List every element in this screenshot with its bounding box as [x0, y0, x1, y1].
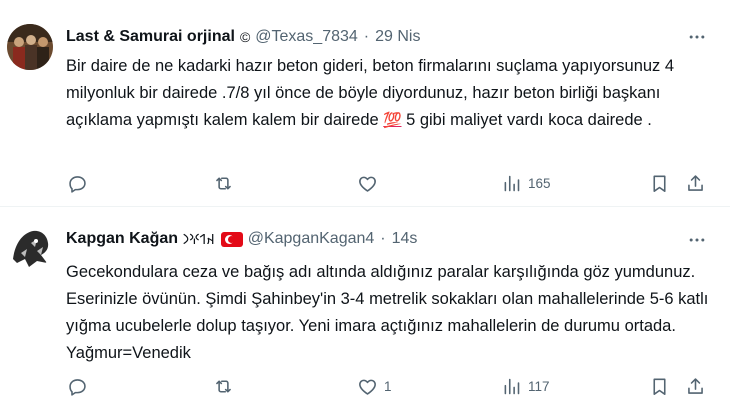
- share-icon: [688, 377, 703, 394]
- views-icon: [504, 175, 520, 191]
- tweet-actions: 1 117: [58, 371, 718, 401]
- bookmark-button[interactable]: [649, 168, 670, 198]
- retweet-button[interactable]: [213, 371, 240, 401]
- views-button[interactable]: 165: [501, 168, 551, 198]
- tweet-header: Kapgan Kağan 𐰴𐰯𐰍𐰣 @KapganKagan4 · 14s: [66, 228, 417, 250]
- separator: ·: [380, 230, 386, 247]
- more-icon[interactable]: [686, 26, 708, 48]
- name-runes: 𐰴𐰯𐰍𐰣: [183, 230, 215, 247]
- timestamp[interactable]: 14s: [392, 230, 418, 248]
- tweet-header: Last & Samurai orjinal © @Texas_7834 · 2…: [66, 26, 420, 48]
- bookmark-icon: [653, 378, 666, 395]
- heart-icon: [359, 176, 376, 192]
- retweet-icon: [216, 176, 231, 190]
- reply-icon: [69, 378, 86, 396]
- user-handle[interactable]: @KapganKagan4: [248, 230, 375, 248]
- like-button[interactable]: [357, 168, 384, 198]
- like-button[interactable]: 1: [357, 371, 392, 401]
- share-button[interactable]: [685, 371, 706, 401]
- display-name[interactable]: Last & Samurai orjinal: [66, 28, 235, 46]
- like-count: 1: [384, 378, 392, 394]
- tweet-text-part: 5 gibi maliyet vardı koca dairede .: [401, 111, 652, 129]
- bookmark-icon: [653, 175, 666, 192]
- retweet-icon: [216, 379, 231, 393]
- timestamp[interactable]: 29 Nis: [375, 28, 420, 46]
- avatar[interactable]: [7, 24, 53, 70]
- hundred-points-emoji: 💯: [383, 112, 402, 129]
- name-badge: ©: [239, 29, 251, 45]
- display-name[interactable]: Kapgan Kağan: [66, 230, 178, 248]
- reply-icon: [69, 175, 86, 193]
- avatar[interactable]: [7, 223, 53, 269]
- views-button[interactable]: 117: [501, 371, 550, 401]
- tweet[interactable]: Last & Samurai orjinal © @Texas_7834 · 2…: [0, 0, 730, 207]
- views-icon: [504, 378, 520, 394]
- share-button[interactable]: [685, 168, 706, 198]
- reply-button[interactable]: [67, 371, 94, 401]
- retweet-button[interactable]: [213, 168, 240, 198]
- share-icon: [688, 174, 703, 191]
- tweet-actions: 165: [58, 168, 718, 198]
- turkey-flag-icon: [220, 231, 243, 247]
- tweet[interactable]: Kapgan Kağan 𐰴𐰯𐰍𐰣 @KapganKagan4 · 14s Ge…: [0, 208, 730, 420]
- tweet-text: Bir daire de ne kadarki hazır beton gide…: [66, 53, 721, 134]
- user-handle[interactable]: @Texas_7834: [255, 28, 358, 46]
- views-count: 165: [528, 175, 551, 191]
- views-count: 117: [528, 378, 550, 394]
- bookmark-button[interactable]: [649, 371, 670, 401]
- more-icon[interactable]: [686, 229, 708, 251]
- reply-button[interactable]: [67, 168, 94, 198]
- heart-icon: [359, 379, 376, 395]
- tweet-text: Gecekondulara ceza ve bağış adı altında …: [66, 263, 709, 362]
- separator: ·: [363, 28, 370, 45]
